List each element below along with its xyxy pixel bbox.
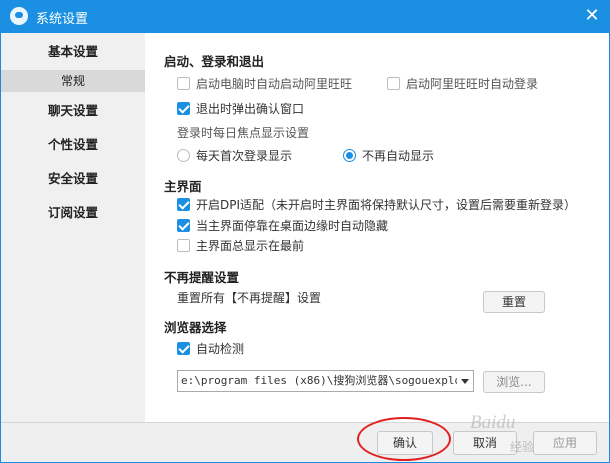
sidebar-item-chat[interactable]: 聊天设置 (1, 100, 145, 122)
sidebar-item-subscription[interactable]: 订阅设置 (1, 202, 145, 224)
confirm-exit-checkbox[interactable] (177, 102, 190, 115)
settings-sidebar: 基本设置 常规 聊天设置 个性设置 安全设置 订阅设置 (1, 33, 145, 422)
always-top-label: 主界面总显示在最前 (196, 239, 305, 253)
apply-button[interactable]: 应用 (533, 431, 597, 455)
sidebar-item-personal[interactable]: 个性设置 (1, 134, 145, 156)
browser-path-value: e:\program files (x86)\搜狗浏览器\sogouexplor… (181, 374, 474, 387)
auto-login-label: 启动阿里旺旺时自动登录 (406, 77, 539, 91)
always-top-checkbox[interactable] (177, 239, 190, 252)
chevron-down-icon[interactable] (457, 371, 473, 391)
dpi-checkbox[interactable] (177, 198, 190, 211)
browse-button[interactable]: 浏览... (483, 371, 545, 393)
settings-content: 启动、登录和退出 启动电脑时自动启动阿里旺旺 启动阿里旺旺时自动登录 退出时弹出… (145, 33, 609, 422)
auto-hide-label: 当主界面停靠在桌面边缘时自动隐藏 (196, 219, 389, 233)
section-title-browser: 浏览器选择 (164, 320, 227, 335)
auto-login-checkbox[interactable] (387, 77, 400, 90)
section-title-main-ui: 主界面 (164, 179, 202, 194)
watermark-logo: Baidu (470, 412, 516, 433)
cancel-button[interactable]: 取消 (453, 431, 517, 455)
auto-start-checkbox[interactable] (177, 77, 190, 90)
dpi-label: 开启DPI适配（未开启时主界面将保持默认尺寸，设置后需要重新登录） (196, 198, 577, 212)
annotation-highlight-circle (357, 417, 451, 461)
title-bar: 系统设置 ✕ (0, 0, 610, 33)
sidebar-item-security[interactable]: 安全设置 (1, 168, 145, 190)
focus-first-label: 每天首次登录显示 (196, 149, 293, 163)
focus-never-radio[interactable] (343, 149, 356, 162)
close-icon[interactable]: ✕ (580, 4, 604, 28)
focus-never-label: 不再自动显示 (362, 149, 435, 163)
sidebar-item-general[interactable]: 常规 (1, 70, 145, 92)
window-title: 系统设置 (36, 12, 89, 27)
focus-setting-label: 登录时每日焦点显示设置 (177, 126, 310, 140)
auto-start-label: 启动电脑时自动启动阿里旺旺 (196, 77, 353, 91)
reset-reminder-label: 重置所有【不再提醒】设置 (177, 291, 322, 305)
auto-hide-checkbox[interactable] (177, 219, 190, 232)
app-logo-icon (10, 7, 28, 25)
confirm-exit-label: 退出时弹出确认窗口 (196, 102, 305, 116)
sidebar-item-basic[interactable]: 基本设置 (1, 41, 145, 63)
auto-detect-checkbox[interactable] (177, 342, 190, 355)
browser-path-select[interactable]: e:\program files (x86)\搜狗浏览器\sogouexplor… (177, 370, 474, 392)
watermark-caption: 经验 (510, 440, 535, 454)
auto-detect-label: 自动检测 (196, 342, 245, 356)
section-title-startup: 启动、登录和退出 (164, 54, 265, 69)
focus-first-radio[interactable] (177, 149, 190, 162)
reset-button[interactable]: 重置 (483, 291, 545, 313)
section-title-reminder: 不再提醒设置 (164, 270, 240, 285)
